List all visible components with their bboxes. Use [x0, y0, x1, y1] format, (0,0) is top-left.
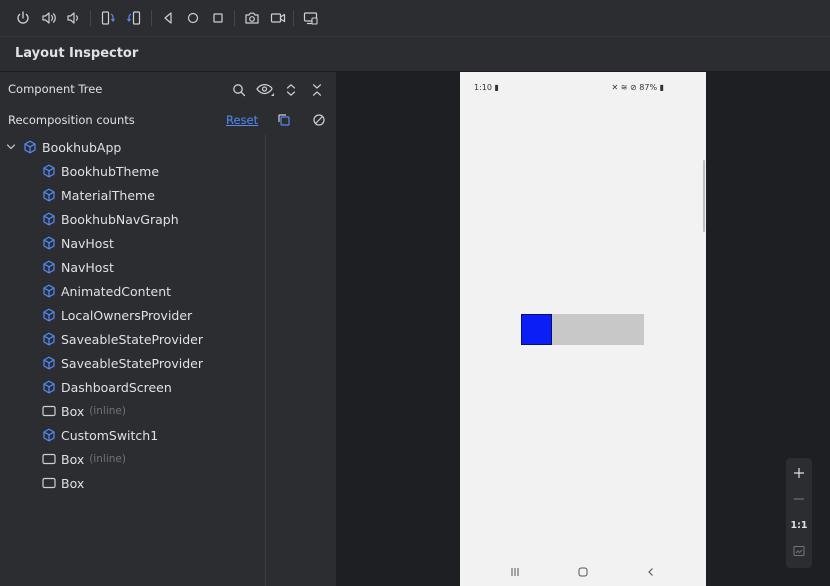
- zoom-in-icon[interactable]: [786, 462, 812, 484]
- composable-icon: [41, 307, 57, 323]
- tree-node[interactable]: AnimatedContent: [41, 279, 171, 303]
- tree-node-label: BookhubNavGraph: [61, 211, 179, 227]
- status-time: 1:10 ▮: [474, 83, 499, 92]
- recents-icon[interactable]: [508, 565, 522, 579]
- chevron-down-icon[interactable]: [6, 142, 16, 152]
- box-icon: [41, 451, 57, 467]
- composable-icon: [41, 187, 57, 203]
- box-icon: [41, 475, 57, 491]
- back-icon[interactable]: [158, 8, 178, 28]
- tree-node[interactable]: DashboardScreen: [41, 375, 172, 399]
- tree-node[interactable]: BookhubTheme: [41, 159, 159, 183]
- tree-node[interactable]: Box: [41, 471, 84, 495]
- tree-node[interactable]: CustomSwitch1: [41, 423, 158, 447]
- tree-node-qualifier: (inline): [89, 453, 126, 465]
- search-icon[interactable]: [230, 81, 248, 99]
- eye-icon[interactable]: [255, 81, 277, 99]
- recomposition-counts-label: Recomposition counts: [8, 113, 135, 127]
- volume-down-icon[interactable]: [63, 8, 83, 28]
- tree-node[interactable]: NavHost: [41, 255, 114, 279]
- tree-node-label: CustomSwitch1: [61, 427, 159, 443]
- device-nav-bar: [460, 556, 706, 586]
- component-tree-title: Component Tree: [8, 82, 103, 96]
- zoom-reset-button[interactable]: 1:1: [786, 514, 812, 536]
- home-icon[interactable]: [183, 8, 203, 28]
- tree-node[interactable]: Box (inline): [41, 447, 126, 471]
- tree-node[interactable]: BookhubNavGraph: [41, 207, 179, 231]
- zoom-controls: 1:1: [786, 458, 812, 568]
- tree-node[interactable]: LocalOwnersProvider: [41, 303, 192, 327]
- tree-node[interactable]: SaveableStateProvider: [41, 327, 203, 351]
- component-tree-header: Component Tree: [0, 72, 336, 106]
- tree-node-label: SaveableStateProvider: [61, 331, 203, 347]
- tree-node[interactable]: BookhubApp: [22, 135, 121, 159]
- power-icon[interactable]: [13, 8, 33, 28]
- status-icons: ✕ ≋ ⊘ 87% ▮: [611, 83, 664, 92]
- tool-window-header: Layout Inspector: [0, 36, 830, 72]
- volume-up-icon[interactable]: [39, 8, 59, 28]
- tree-node-label: SaveableStateProvider: [61, 355, 203, 371]
- tree-node-label: LocalOwnersProvider: [61, 307, 193, 323]
- composable-icon: [41, 163, 57, 179]
- tree-node[interactable]: Box (inline): [41, 399, 126, 423]
- disable-icon[interactable]: [311, 112, 327, 128]
- column-divider: [265, 134, 266, 586]
- tree-node[interactable]: MaterialTheme: [41, 183, 155, 207]
- screen-record-icon[interactable]: [268, 8, 288, 28]
- tree-node-label: MaterialTheme: [61, 187, 155, 203]
- composable-icon: [41, 379, 57, 395]
- tree-node-qualifier: (inline): [89, 405, 126, 417]
- composable-icon: [22, 139, 38, 155]
- composable-icon: [41, 283, 57, 299]
- home-icon[interactable]: [576, 565, 590, 579]
- composable-icon: [41, 331, 57, 347]
- reset-link[interactable]: Reset: [226, 113, 258, 127]
- tree-node[interactable]: SaveableStateProvider: [41, 351, 203, 375]
- scroll-indicator: [703, 160, 705, 232]
- copy-icon[interactable]: [276, 112, 292, 128]
- composable-icon: [41, 427, 57, 443]
- rotate-left-icon[interactable]: [98, 8, 118, 28]
- tree-node-label: BookhubTheme: [61, 163, 160, 179]
- composable-icon: [41, 259, 57, 275]
- custom-switch-thumb[interactable]: [521, 314, 552, 345]
- tree-node-label: Box: [61, 403, 85, 419]
- tree-node[interactable]: NavHost: [41, 231, 114, 255]
- recomposition-counts-row: Recomposition counts Reset: [0, 108, 336, 132]
- device-toolbar: [0, 0, 830, 36]
- composable-icon: [41, 211, 57, 227]
- tree-node-label: Box: [61, 451, 85, 467]
- zoom-out-icon[interactable]: [786, 488, 812, 510]
- overview-icon[interactable]: [208, 8, 228, 28]
- tree-node-label: AnimatedContent: [61, 283, 172, 299]
- back-icon[interactable]: [644, 565, 658, 579]
- fit-screen-icon[interactable]: [786, 540, 812, 562]
- zoom-reset-label: 1:1: [790, 519, 808, 531]
- composable-icon: [41, 355, 57, 371]
- tree-node-label: Box: [61, 475, 85, 491]
- component-tree-panel: Component Tree Recomposition counts Rese…: [0, 72, 336, 586]
- box-icon: [41, 403, 57, 419]
- tree-node-label: NavHost: [61, 235, 114, 251]
- collapse-all-icon[interactable]: [308, 81, 326, 99]
- composable-icon: [41, 235, 57, 251]
- screenshot-icon[interactable]: [242, 8, 262, 28]
- device-preview[interactable]: 1:10 ▮ ✕ ≋ ⊘ 87% ▮: [460, 72, 706, 586]
- tree-node-label: DashboardScreen: [61, 379, 172, 395]
- page-title: Layout Inspector: [15, 46, 139, 61]
- expand-all-icon[interactable]: [282, 81, 300, 99]
- tree-node-label: BookhubApp: [42, 139, 122, 155]
- layout-inspector-window: Layout Inspector Component Tree Recompos…: [0, 0, 830, 586]
- tree-node-label: NavHost: [61, 259, 114, 275]
- device-mirror-icon[interactable]: [301, 8, 321, 28]
- rotate-right-icon[interactable]: [124, 8, 144, 28]
